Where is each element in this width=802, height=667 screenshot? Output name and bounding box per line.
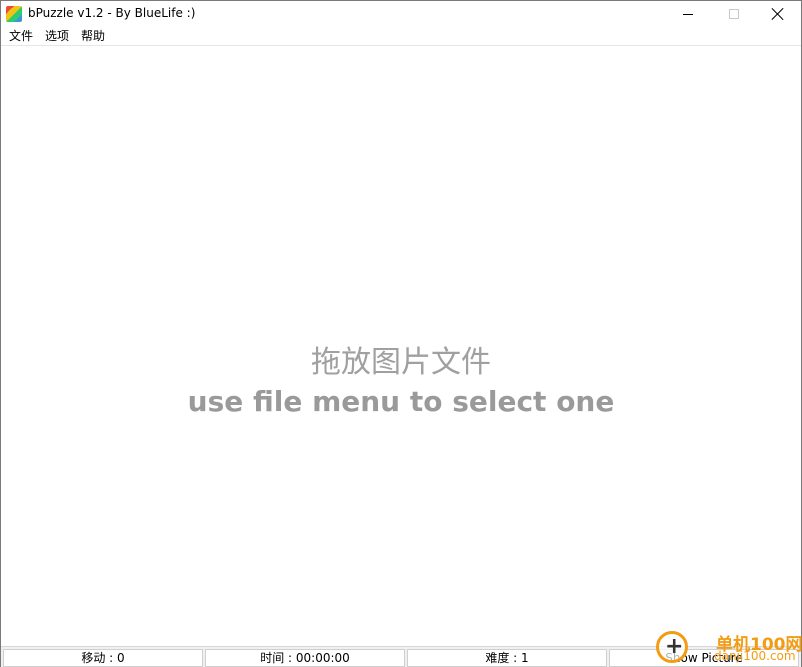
window-title: bPuzzle v1.2 - By BlueLife :) bbox=[28, 6, 196, 20]
minimize-button[interactable] bbox=[665, 1, 711, 27]
menu-options[interactable]: 选项 bbox=[39, 27, 75, 46]
app-window: bPuzzle v1.2 - By BlueLife :) 文件 选项 帮助 拖… bbox=[0, 0, 802, 667]
puzzle-app-icon bbox=[6, 6, 22, 22]
title-bar[interactable]: bPuzzle v1.2 - By BlueLife :) bbox=[1, 1, 801, 27]
maximize-button[interactable] bbox=[711, 1, 757, 27]
close-icon bbox=[772, 8, 784, 20]
difficulty-level: 难度 : 1 bbox=[407, 648, 607, 667]
status-bar: 移动 : 0 时间 : 00:00:00 难度 : 1 Show Picture bbox=[1, 646, 801, 667]
drop-hint-english: use file menu to select one bbox=[187, 385, 615, 418]
show-picture-button[interactable]: Show Picture bbox=[609, 648, 799, 667]
puzzle-canvas[interactable]: 拖放图片文件 use file menu to select one bbox=[1, 46, 801, 646]
moves-counter: 移动 : 0 bbox=[3, 648, 203, 667]
menu-help[interactable]: 帮助 bbox=[75, 27, 111, 46]
elapsed-time: 时间 : 00:00:00 bbox=[205, 648, 405, 667]
maximize-icon bbox=[729, 9, 739, 19]
menu-file[interactable]: 文件 bbox=[3, 27, 39, 46]
menu-bar: 文件 选项 帮助 bbox=[1, 27, 801, 46]
drop-hint-chinese: 拖放图片文件 bbox=[311, 345, 491, 380]
close-button[interactable] bbox=[755, 1, 801, 27]
minimize-icon bbox=[683, 13, 693, 15]
